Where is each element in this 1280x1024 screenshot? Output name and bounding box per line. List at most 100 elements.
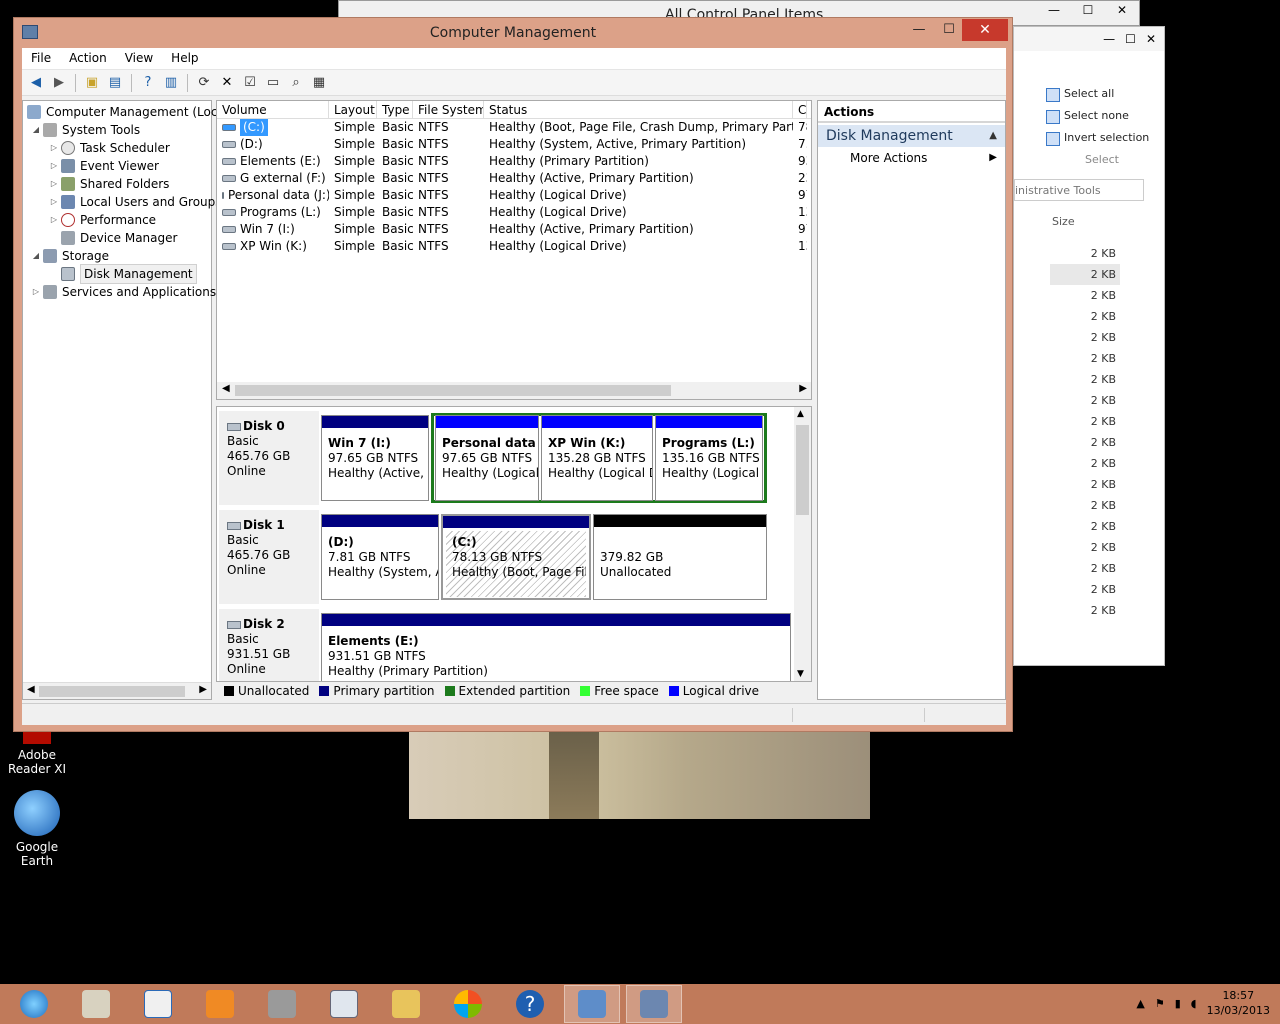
menu-help[interactable]: Help (162, 48, 207, 69)
close-button[interactable]: ✕ (962, 19, 1008, 41)
taskbar-computer-management[interactable] (626, 985, 682, 1023)
list-item[interactable]: 2 KB (1050, 474, 1120, 495)
delete-icon[interactable]: ✕ (217, 73, 237, 93)
volume-list-horizontal-scrollbar[interactable]: ◀ ▶ (217, 382, 811, 399)
actions-section-disk-management[interactable]: Disk Management ▲ (818, 125, 1005, 147)
expand-icon[interactable]: ▷ (49, 139, 59, 157)
open-folder-icon[interactable]: ▭ (263, 73, 283, 93)
tree-item-task-scheduler[interactable]: ▷ Task Scheduler (49, 139, 170, 157)
show-hide-action-pane-icon[interactable]: ▥ (161, 73, 181, 93)
column-header-status[interactable]: Status (484, 101, 793, 118)
table-row[interactable]: Elements (E:) Simple Basic NTFS Healthy (Pri… (217, 153, 811, 170)
menu-view[interactable]: View (116, 48, 162, 69)
table-row[interactable]: Personal data (J:) Simple Basic NTFS Healthy… (217, 187, 811, 204)
list-item[interactable]: 2 KB (1050, 495, 1120, 516)
scrollbar-thumb[interactable] (235, 385, 671, 396)
collapse-icon[interactable]: ◢ (31, 247, 41, 265)
more-actions-item[interactable]: More Actions ▶ (818, 147, 1005, 169)
list-item[interactable]: 2 KB (1050, 390, 1120, 411)
scroll-down-icon[interactable]: ▼ (797, 669, 804, 679)
taskbar-tools[interactable] (378, 985, 434, 1023)
invert-selection-button[interactable]: Invert selection (1042, 127, 1162, 149)
partition-unallocated[interactable]: 379.82 GB Unallocated (593, 514, 767, 600)
taskbar-app-grid[interactable] (254, 985, 310, 1023)
disk-info[interactable]: Disk 0 Basic 465.76 GB Online (219, 411, 319, 505)
network-icon[interactable]: ▮ (1175, 997, 1181, 1010)
menu-file[interactable]: File (22, 48, 60, 69)
back-arrow-icon[interactable]: ◀ (26, 73, 46, 93)
collapse-icon[interactable]: ◢ (31, 121, 41, 139)
column-header-file-system[interactable]: File System (413, 101, 484, 118)
expand-icon[interactable]: ▷ (49, 193, 59, 211)
desktop-icon-google-earth[interactable]: Google Earth (0, 790, 74, 868)
taskbar-help[interactable]: ? (502, 985, 558, 1023)
desktop-icon-adobe-reader[interactable]: Adobe Reader XI (0, 730, 74, 776)
disk-view-vertical-scrollbar[interactable]: ▲ ▼ (794, 407, 811, 681)
tree-item-computer-management[interactable]: Computer Management (Local (25, 103, 228, 121)
table-row[interactable]: Programs (L:) Simple Basic NTFS Healthy (Log… (217, 204, 811, 221)
maximize-button[interactable]: ☐ (934, 19, 964, 41)
properties-icon[interactable]: ☑ (240, 73, 260, 93)
column-header-layout[interactable]: Layout (329, 101, 377, 118)
taskbar-media-player[interactable] (192, 985, 248, 1023)
partition-programs[interactable]: Programs (L:) 135.16 GB NTFS Healthy (Lo… (655, 415, 763, 501)
tree-item-event-viewer[interactable]: ▷ Event Viewer (49, 157, 159, 175)
minimize-icon[interactable]: — (1103, 32, 1115, 46)
select-all-button[interactable]: Select all (1042, 83, 1162, 105)
scroll-right-icon[interactable]: ▶ (799, 383, 807, 394)
flag-icon[interactable]: ⚑ (1155, 997, 1165, 1010)
tree-item-services-and-applications[interactable]: ▷ Services and Applications (31, 283, 216, 301)
tree-item-device-manager[interactable]: Device Manager (59, 229, 177, 247)
list-item[interactable]: 2 KB (1050, 516, 1120, 537)
taskbar-paint[interactable] (68, 985, 124, 1023)
up-folder-icon[interactable]: ▣ (82, 73, 102, 93)
size-column-header[interactable]: Size (1052, 215, 1075, 228)
scroll-right-icon[interactable]: ▶ (199, 684, 207, 695)
list-item[interactable]: 2 KB (1050, 369, 1120, 390)
partition-d[interactable]: (D:) 7.81 GB NTFS Healthy (System, Ac (321, 514, 439, 600)
forward-arrow-icon[interactable]: ▶ (49, 73, 69, 93)
partition-personal-data[interactable]: Personal data (J 97.65 GB NTFS Healthy (… (435, 415, 539, 501)
list-item[interactable]: 2 KB (1050, 306, 1120, 327)
column-header-capacity[interactable]: C (793, 101, 807, 118)
scroll-left-icon[interactable]: ◀ (222, 383, 230, 394)
taskbar-internet-explorer[interactable] (6, 985, 62, 1023)
refresh-icon[interactable]: ⟳ (194, 73, 214, 93)
tree-item-storage[interactable]: ◢ Storage (31, 247, 109, 265)
minimize-icon[interactable]: — (1041, 3, 1067, 21)
expand-icon[interactable]: ▷ (49, 157, 59, 175)
close-icon[interactable]: ✕ (1109, 3, 1135, 21)
taskbar-windows-logo[interactable] (440, 985, 496, 1023)
scrollbar-thumb[interactable] (796, 425, 809, 515)
window-titlebar[interactable]: Computer Management — ☐ ✕ (14, 18, 1012, 48)
taskbar-performance-monitor[interactable] (316, 985, 372, 1023)
list-item[interactable]: 2 KB (1050, 285, 1120, 306)
tree-item-disk-management[interactable]: Disk Management (59, 264, 197, 284)
table-row[interactable]: XP Win (K:) Simple Basic NTFS Healthy (Logic… (217, 238, 811, 255)
help-icon[interactable]: ? (138, 73, 158, 93)
disk-info[interactable]: Disk 1 Basic 465.76 GB Online (219, 510, 319, 604)
disk-info[interactable]: Disk 2 Basic 931.51 GB Online (219, 609, 319, 681)
column-header-type[interactable]: Type (377, 101, 413, 118)
list-item[interactable]: 2 KB (1050, 327, 1120, 348)
show-hidden-icons-icon[interactable]: ▲ (1136, 997, 1144, 1010)
maximize-icon[interactable]: ☐ (1075, 3, 1101, 21)
list-item[interactable]: 2 KB (1050, 537, 1120, 558)
partition-elements[interactable]: Elements (E:) 931.51 GB NTFS Healthy (Pr… (321, 613, 791, 681)
settings-icon[interactable]: ▦ (309, 73, 329, 93)
table-row[interactable]: (C:) Simple Basic NTFS Healthy (Boot, Page F… (217, 119, 811, 136)
expand-icon[interactable]: ▷ (31, 283, 41, 301)
expand-icon[interactable]: ▷ (49, 175, 59, 193)
table-row[interactable]: G external (F:) Simple Basic NTFS Healthy (A… (217, 170, 811, 187)
maximize-icon[interactable]: ☐ (1125, 32, 1136, 46)
search-icon[interactable]: ⌕ (286, 73, 306, 93)
list-item[interactable]: 2 KB (1050, 348, 1120, 369)
menu-action[interactable]: Action (60, 48, 116, 69)
show-hide-tree-icon[interactable]: ▤ (105, 73, 125, 93)
list-item[interactable]: 2 KB (1050, 579, 1120, 600)
list-item[interactable]: 2 KB (1050, 411, 1120, 432)
partition-xp-win[interactable]: XP Win (K:) 135.28 GB NTFS Healthy (Logi… (541, 415, 653, 501)
column-header-volume[interactable]: Volume (217, 101, 329, 118)
collapse-arrow-icon[interactable]: ▲ (989, 125, 997, 147)
list-item[interactable]: 2 KB (1050, 453, 1120, 474)
